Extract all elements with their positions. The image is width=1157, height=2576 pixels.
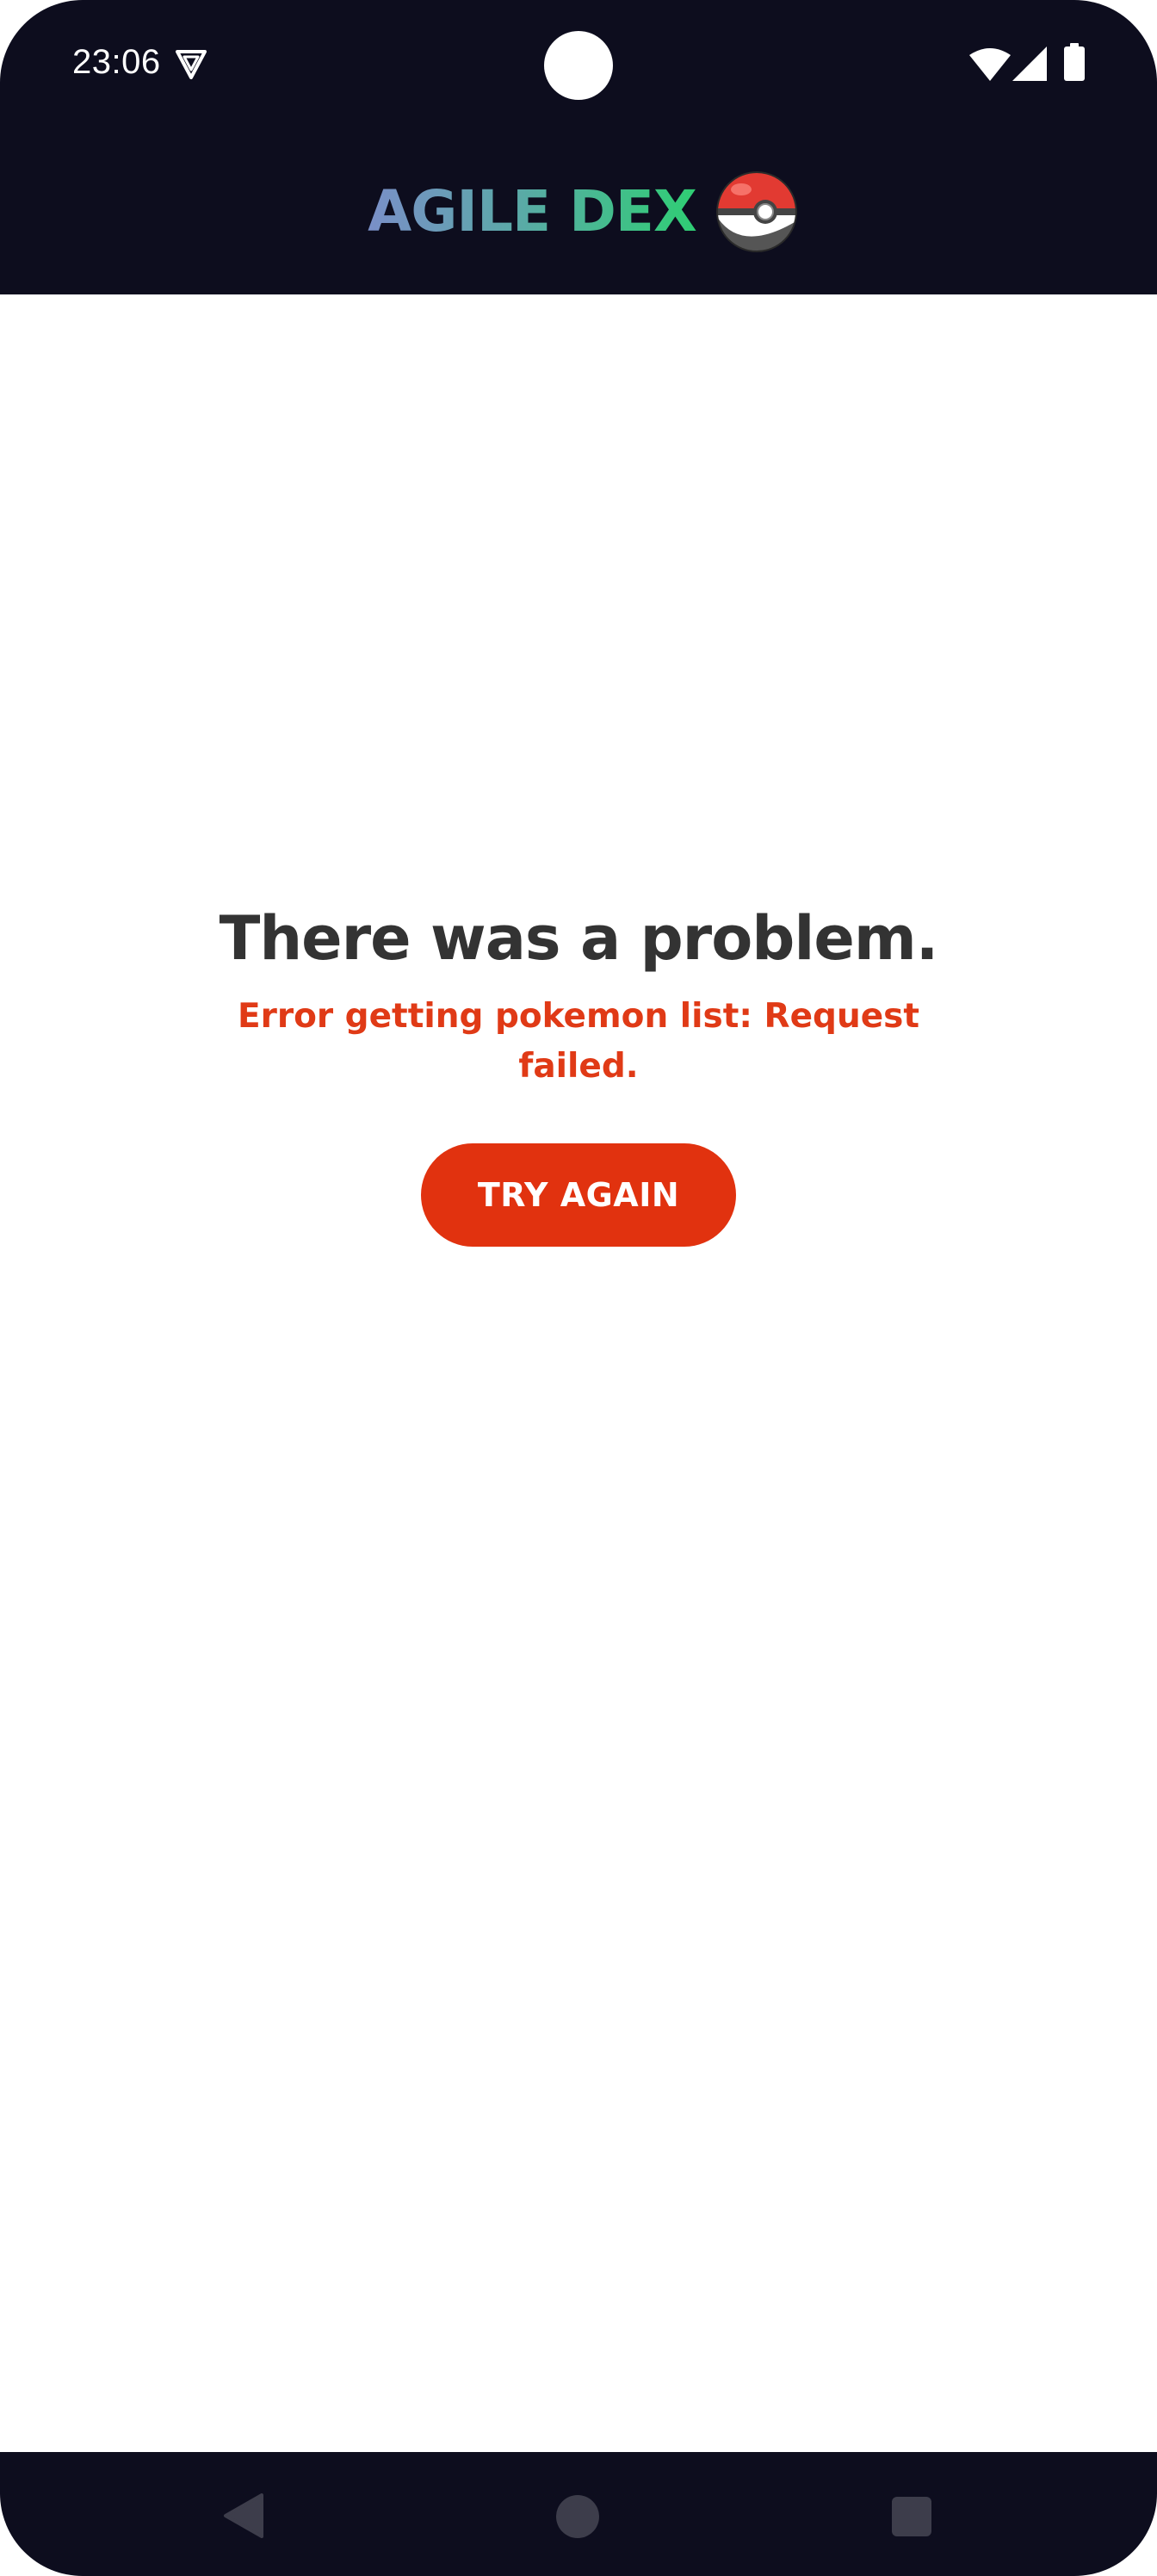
wifi-icon xyxy=(969,48,1011,81)
pokeball-icon xyxy=(715,171,797,252)
top-app-bar: 23:06 AGILE DEX xyxy=(0,0,1157,294)
battery-icon xyxy=(1064,43,1085,81)
recents-icon[interactable] xyxy=(892,2497,931,2536)
phone-screen: 23:06 AGILE DEX There was a problem. Err… xyxy=(0,0,1157,2576)
error-message: Error getting pokemon list: Request fail… xyxy=(237,997,920,1086)
error-content xyxy=(0,294,1157,2452)
back-icon[interactable] xyxy=(222,2493,265,2538)
vpn-icon xyxy=(176,50,207,79)
system-navigation-bar xyxy=(0,2452,1157,2576)
app-title-row: AGILE DEX xyxy=(0,169,1157,255)
home-icon[interactable] xyxy=(556,2495,599,2538)
camera-cutout xyxy=(544,31,613,100)
signal-icon xyxy=(1012,46,1047,81)
try-again-button[interactable]: TRY AGAIN xyxy=(421,1143,736,1247)
app-title: AGILE DEX xyxy=(368,178,697,245)
status-time: 23:06 xyxy=(72,43,161,81)
error-title: There was a problem. xyxy=(219,903,939,974)
